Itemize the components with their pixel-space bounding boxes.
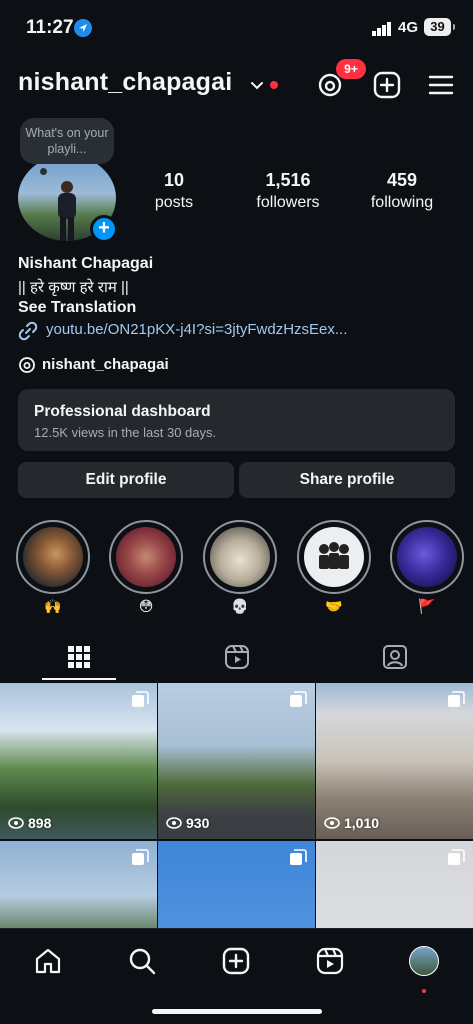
view-count: 1,010 <box>324 815 379 831</box>
threads-icon <box>19 357 35 373</box>
multiple-images-icon <box>448 691 465 707</box>
nav-search[interactable] <box>122 941 162 981</box>
note-bubble[interactable]: What's on your playli... <box>20 118 114 164</box>
highlight-cover <box>210 527 270 587</box>
highlight-label: 🙌 <box>44 598 62 614</box>
status-bar: 11:27 4G 39 <box>0 0 473 56</box>
post-thumbnail[interactable]: 930 <box>158 683 315 839</box>
network-type: 4G <box>398 19 419 36</box>
post-thumbnail[interactable]: 1,010 <box>316 683 473 839</box>
location-arrow-icon <box>74 19 92 37</box>
following-label: following <box>370 194 434 211</box>
battery-indicator: 39 <box>424 18 455 36</box>
profile-avatar <box>409 946 439 976</box>
home-icon <box>35 948 61 974</box>
dashboard-title: Professional dashboard <box>34 403 211 420</box>
tab-reels[interactable] <box>158 636 316 682</box>
posts-label: posts <box>154 194 194 211</box>
highlight-label: 😳 <box>138 598 154 614</box>
highlight-label: 🤝 <box>325 598 343 614</box>
notification-badge: 9+ <box>336 59 366 79</box>
eye-icon <box>8 817 24 829</box>
multiple-images-icon <box>290 849 307 865</box>
signal-bars-icon <box>372 22 391 36</box>
profile-header: nishant_chapagai 9+ <box>0 59 473 108</box>
create-icon <box>222 947 250 975</box>
menu-icon[interactable] <box>426 70 456 100</box>
nav-profile[interactable] <box>404 941 444 993</box>
multiple-images-icon <box>448 849 465 865</box>
note-bubble-tail <box>40 168 47 175</box>
story-highlight[interactable]: 💀 <box>203 520 277 616</box>
search-icon <box>129 948 156 975</box>
reels-icon <box>225 645 249 669</box>
posts-stat[interactable]: 10 posts <box>148 170 200 212</box>
followers-label: followers <box>256 194 320 211</box>
highlight-label: 🚩 <box>418 598 436 614</box>
dashboard-subtitle: 12.5K views in the last 30 days. <box>34 425 217 440</box>
bio-text: || हरे कृष्ण हरे राम || <box>18 279 129 296</box>
highlight-label: 💀 <box>231 598 249 614</box>
following-count: 459 <box>386 170 418 190</box>
view-count: 898 <box>8 815 51 831</box>
multiple-images-icon <box>132 691 149 707</box>
home-indicator[interactable] <box>152 1009 322 1014</box>
nav-create[interactable] <box>216 941 256 981</box>
eye-icon <box>166 817 182 829</box>
followers-count: 1,516 <box>265 170 311 190</box>
profile-name: Nishant Chapagai <box>18 255 154 272</box>
view-count-value: 898 <box>28 815 52 831</box>
status-time: 11:27 <box>26 17 74 38</box>
view-count-value: 1,010 <box>344 815 380 831</box>
multiple-images-icon <box>290 691 307 707</box>
highlight-cover <box>304 527 364 587</box>
view-count: 930 <box>166 815 209 831</box>
people-group-icon <box>319 542 349 569</box>
bio-link[interactable]: youtu.be/ON21pKX-j4I?si=3jtyFwdzHzsEex..… <box>46 321 347 338</box>
highlight-cover <box>116 527 176 587</box>
tab-posts-grid[interactable] <box>0 636 158 682</box>
tab-tagged[interactable] <box>316 636 473 682</box>
avatar-person-figure <box>58 181 76 241</box>
nav-reels[interactable] <box>310 941 350 981</box>
view-count-value: 930 <box>186 815 210 831</box>
story-highlight[interactable]: 🤝 <box>297 520 371 616</box>
highlight-cover <box>397 527 457 587</box>
see-translation-link[interactable]: See Translation <box>18 299 136 317</box>
link-icon <box>18 321 38 341</box>
chevron-down-icon[interactable] <box>250 78 264 92</box>
posts-count: 10 <box>163 170 185 190</box>
threads-profile-link[interactable]: nishant_chapagai <box>42 356 169 373</box>
profile-tabs <box>0 636 473 682</box>
account-switcher-username[interactable]: nishant_chapagai <box>18 68 232 97</box>
eye-icon <box>324 817 340 829</box>
nav-home[interactable] <box>28 941 68 981</box>
multiple-images-icon <box>132 849 149 865</box>
notification-dot <box>422 989 426 993</box>
reels-icon <box>316 947 344 975</box>
share-profile-button[interactable]: Share profile <box>239 462 455 498</box>
following-stat[interactable]: 459 following <box>366 170 438 212</box>
edit-profile-button[interactable]: Edit profile <box>18 462 234 498</box>
story-highlight[interactable]: 🙌 <box>16 520 90 616</box>
add-story-button[interactable]: + <box>90 215 118 243</box>
story-highlight[interactable]: 🚩 <box>390 520 464 616</box>
notification-dot <box>270 81 278 89</box>
story-highlight[interactable]: 😳 <box>109 520 183 616</box>
followers-stat[interactable]: 1,516 followers <box>250 170 326 212</box>
tagged-icon <box>383 645 407 669</box>
grid-icon <box>68 646 90 668</box>
create-icon[interactable] <box>372 70 402 100</box>
professional-dashboard[interactable]: Professional dashboard 12.5K views in th… <box>18 389 455 451</box>
highlight-cover <box>23 527 83 587</box>
active-tab-indicator <box>42 678 116 680</box>
post-thumbnail[interactable]: 898 <box>0 683 157 839</box>
